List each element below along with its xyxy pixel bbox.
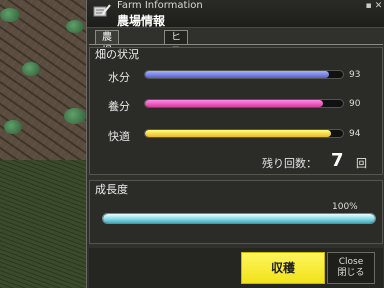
minimize-button[interactable]: ▪ [364, 2, 373, 11]
comfort-bar-fill [145, 130, 332, 137]
tab-farm-management[interactable]: 農場管理 [95, 30, 119, 85]
nutrient-label: 養分 [108, 100, 130, 113]
close-icon[interactable]: ✕ [374, 2, 383, 11]
comfort-value: 94 [349, 129, 361, 139]
growth-panel [89, 180, 383, 244]
close-button[interactable]: Close 閉じる [327, 252, 375, 284]
plant-sprout [66, 20, 84, 33]
moisture-bar-fill [145, 71, 330, 78]
field-status-title: 畑の状況 [95, 48, 139, 61]
remaining-count: 7 [331, 150, 344, 171]
nutrient-bar-fill [145, 100, 324, 107]
tab-history[interactable]: ヒストリー [164, 30, 188, 99]
remaining-count-label: 残り回数： [262, 157, 317, 170]
tab-divider [89, 44, 383, 45]
window-titlebar[interactable]: Farm Information 農場情報 ▪ ✕ [87, 0, 384, 28]
nutrient-value: 90 [349, 99, 361, 109]
harvest-button[interactable]: 収穫 [241, 252, 325, 284]
plant-sprout [22, 62, 40, 76]
moisture-label: 水分 [108, 71, 130, 84]
farm-info-window: Farm Information 農場情報 ▪ ✕ 農場管理 ヒストリー 畑の状… [86, 0, 384, 288]
plant-sprout [4, 120, 22, 134]
comfort-label: 快適 [108, 130, 130, 143]
plant-sprout [0, 8, 20, 22]
moisture-value: 93 [349, 70, 361, 80]
grass-area [0, 160, 92, 288]
notepad-pen-icon [93, 3, 111, 17]
window-title: 農場情報 [117, 14, 166, 28]
growth-title: 成長度 [95, 183, 128, 196]
remaining-count-unit: 回 [356, 157, 367, 170]
growth-percent: 100% [332, 202, 358, 212]
nutrient-bar [144, 99, 344, 108]
close-button-label-en: Close [338, 257, 364, 267]
plant-sprout [64, 108, 86, 124]
growth-bar-fill [103, 214, 375, 223]
comfort-bar [144, 129, 344, 138]
moisture-bar [144, 70, 344, 79]
window-title-english: Farm Information [117, 0, 203, 11]
growth-bar [102, 213, 376, 224]
close-button-label-jp: 閉じる [337, 268, 365, 278]
